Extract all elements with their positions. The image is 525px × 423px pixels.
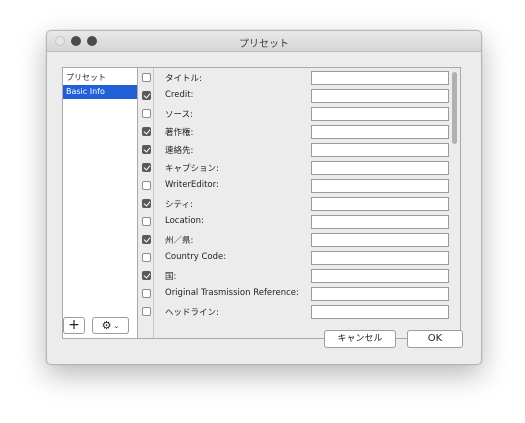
field-row: ヘッドライン: bbox=[138, 304, 460, 322]
field-label: 連絡先: bbox=[165, 146, 194, 156]
field-label: 著作権: bbox=[165, 128, 194, 138]
field-row: キャプション: bbox=[138, 160, 460, 178]
field-checkbox[interactable] bbox=[142, 109, 151, 118]
field-checkbox[interactable] bbox=[142, 307, 151, 316]
title-bar: プリセット bbox=[47, 31, 481, 52]
field-checkbox[interactable] bbox=[142, 91, 151, 100]
field-checkbox[interactable] bbox=[142, 235, 151, 244]
field-value-input[interactable] bbox=[311, 233, 449, 247]
field-label: ソース: bbox=[165, 110, 193, 120]
field-value-input[interactable] bbox=[311, 179, 449, 193]
field-row: Country Code: bbox=[138, 250, 460, 268]
ok-button[interactable]: OK bbox=[407, 330, 463, 348]
field-label: Country Code: bbox=[165, 252, 227, 262]
vertical-scrollbar[interactable] bbox=[452, 72, 457, 144]
plus-icon: + bbox=[68, 317, 80, 333]
field-checkbox[interactable] bbox=[142, 253, 151, 262]
field-value-input[interactable] bbox=[311, 125, 449, 139]
action-menu-button[interactable]: ⚙ ⌄ bbox=[92, 317, 129, 334]
field-checkbox[interactable] bbox=[142, 217, 151, 226]
field-value-input[interactable] bbox=[311, 107, 449, 121]
field-label: Original Trasmission Reference: bbox=[165, 288, 299, 298]
field-value-input[interactable] bbox=[311, 251, 449, 265]
field-label: Credit: bbox=[165, 90, 194, 100]
field-value-input[interactable] bbox=[311, 161, 449, 175]
field-checkbox[interactable] bbox=[142, 145, 151, 154]
field-checkbox[interactable] bbox=[142, 127, 151, 136]
field-label: 国: bbox=[165, 272, 177, 282]
field-value-input[interactable] bbox=[311, 305, 449, 319]
add-preset-button[interactable]: + bbox=[63, 317, 85, 334]
field-checkbox[interactable] bbox=[142, 271, 151, 280]
cancel-button[interactable]: キャンセル bbox=[324, 330, 396, 348]
field-checkbox[interactable] bbox=[142, 181, 151, 190]
field-value-input[interactable] bbox=[311, 143, 449, 157]
field-label: WriterEditor: bbox=[165, 180, 219, 190]
field-row: WriterEditor: bbox=[138, 178, 460, 196]
field-row: 著作権: bbox=[138, 124, 460, 142]
preset-window: プリセット プリセット Basic Info タイトル: Credit: ソース: 著… bbox=[46, 30, 482, 365]
field-value-input[interactable] bbox=[311, 269, 449, 283]
field-value-input[interactable] bbox=[311, 287, 449, 301]
preset-sidebar: プリセット Basic Info bbox=[62, 67, 138, 339]
field-checkbox[interactable] bbox=[142, 163, 151, 172]
field-checkbox[interactable] bbox=[142, 199, 151, 208]
sidebar-item-presets[interactable]: プリセット bbox=[63, 71, 137, 85]
field-row: 連絡先: bbox=[138, 142, 460, 160]
field-row: 州／県: bbox=[138, 232, 460, 250]
field-label: タイトル: bbox=[165, 74, 202, 84]
metadata-field-list: タイトル: Credit: ソース: 著作権: 連絡先: キャプション: WriterEdi… bbox=[137, 67, 461, 339]
field-value-input[interactable] bbox=[311, 197, 449, 211]
field-row: 国: bbox=[138, 268, 460, 286]
field-row: シティ: bbox=[138, 196, 460, 214]
field-row: ソース: bbox=[138, 106, 460, 124]
field-row: Original Trasmission Reference: bbox=[138, 286, 460, 304]
field-label: キャプション: bbox=[165, 164, 219, 174]
field-value-input[interactable] bbox=[311, 71, 449, 85]
field-row: Location: bbox=[138, 214, 460, 232]
field-checkbox[interactable] bbox=[142, 73, 151, 82]
field-value-input[interactable] bbox=[311, 215, 449, 229]
field-label: 州／県: bbox=[165, 236, 194, 246]
chevron-down-icon: ⌄ bbox=[113, 322, 120, 330]
field-label: ヘッドライン: bbox=[165, 308, 219, 318]
sidebar-item-basic-info[interactable]: Basic Info bbox=[63, 85, 137, 99]
field-checkbox[interactable] bbox=[142, 289, 151, 298]
field-row: Credit: bbox=[138, 88, 460, 106]
gear-icon: ⚙ bbox=[101, 319, 112, 332]
field-row: タイトル: bbox=[138, 70, 460, 88]
field-label: Location: bbox=[165, 216, 204, 226]
field-label: シティ: bbox=[165, 200, 193, 210]
window-title: プリセット bbox=[239, 39, 289, 50]
field-value-input[interactable] bbox=[311, 89, 449, 103]
